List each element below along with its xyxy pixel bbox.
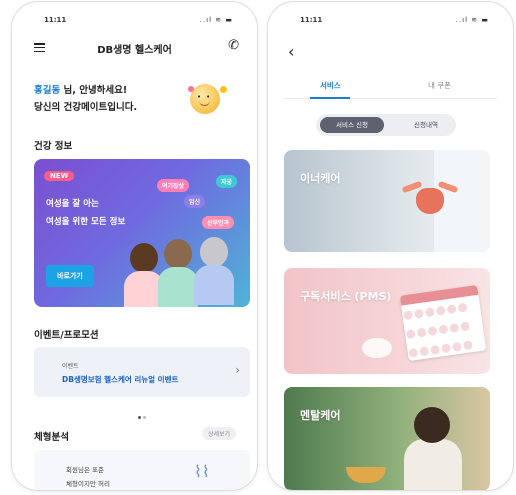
segment-history[interactable]: 신청내역 <box>400 117 452 133</box>
body-analysis-card[interactable]: 회원님은 표준 체형이지만 허리 ⌇⌇ <box>34 450 250 490</box>
service-card-mental-care[interactable]: 멘탈케어 <box>284 387 490 490</box>
illustration-woman <box>158 239 198 307</box>
event-title: DB생명보험 헬스케어 리뉴얼 이벤트 <box>62 375 179 384</box>
segment-apply[interactable]: 서비스 신청 <box>320 117 384 133</box>
food-bowl-image <box>346 467 386 483</box>
decor-dot <box>188 86 194 92</box>
go-button[interactable]: 바로가기 <box>46 265 94 287</box>
carousel-pager <box>137 404 147 423</box>
event-card[interactable]: 이벤트 DB생명보험 헬스케어 리뉴얼 이벤트 › <box>34 347 250 397</box>
body-analysis-title: 체형분석 <box>34 432 69 443</box>
service-card-inner-care[interactable]: 이너케어 <box>284 150 490 252</box>
detail-button[interactable]: 상세보기 <box>202 427 237 440</box>
person-image <box>404 439 462 490</box>
event-label: 이벤트 <box>62 363 79 370</box>
service-card-label: 구독서비스 (PMS) <box>300 290 392 303</box>
mascot-icon: •• <box>190 84 220 114</box>
uterus-illustration <box>401 178 459 222</box>
body-text-1: 회원님은 표준 <box>66 466 104 474</box>
user-name: 홍길동 <box>34 85 61 96</box>
phone-call-icon[interactable]: ✆ <box>228 38 239 53</box>
health-banner[interactable]: NEW 여성을 잘 아는 여성을 위한 모든 정보 여기장상 자궁 임신 산부인… <box>34 159 250 307</box>
status-bar: 11:11 ..ıl ≋ ▬ <box>268 16 513 28</box>
topic-chip: 산부인과 <box>202 216 235 229</box>
banner-line-1: 여성을 잘 아는 <box>46 199 99 209</box>
status-icons: ..ıl ≋ ▬ <box>455 16 489 24</box>
back-arrow-icon[interactable]: ‹ <box>288 42 294 61</box>
left-phone-screen: 11:11 ..ıl ≋ ▬ DB생명 헬스케어 ✆ 홍길동 님, 안녕하세요!… <box>12 2 257 490</box>
calendar-image <box>399 284 487 362</box>
greeting-subtitle: 당신의 건강메이트입니다. <box>34 102 138 113</box>
status-bar: 11:11 ..ıl ≋ ▬ <box>12 16 257 28</box>
event-section-title: 이벤트/프로모션 <box>34 330 99 341</box>
person-head <box>414 407 450 443</box>
service-card-label: 이너케어 <box>300 172 341 185</box>
tab-service[interactable]: 서비스 <box>320 80 341 91</box>
app-header: DB생명 헬스케어 ✆ <box>12 36 257 60</box>
topic-chip: 임신 <box>184 195 206 208</box>
tab-my-coupons[interactable]: 내 쿠폰 <box>428 80 451 91</box>
body-text-2: 체형이지만 허리 <box>66 480 110 488</box>
decor-dot <box>220 86 227 93</box>
segment-control: 서비스 신청 신청내역 <box>316 114 456 136</box>
service-card-pms[interactable]: 구독서비스 (PMS) <box>284 268 490 374</box>
greeting-rest: 님, 안녕하세요! <box>60 85 128 96</box>
pills-image <box>362 338 392 358</box>
body-figure-icon: ⌇⌇ <box>194 462 210 481</box>
new-badge: NEW <box>44 171 75 181</box>
topic-chip: 여기장상 <box>157 179 190 192</box>
active-tab-indicator <box>310 97 350 99</box>
chevron-right-icon: › <box>235 363 240 377</box>
status-time: 11:11 <box>300 16 323 24</box>
greeting: 홍길동 님, 안녕하세요! 당신의 건강메이트입니다. <box>34 82 137 116</box>
app-title: DB생명 헬스케어 <box>97 45 172 56</box>
health-info-title: 건강 정보 <box>34 141 73 152</box>
illustration-woman <box>194 237 234 305</box>
topic-chip: 자궁 <box>216 175 238 188</box>
status-icons: ..ıl ≋ ▬ <box>199 16 233 24</box>
banner-line-2: 여성을 위한 모든 정보 <box>46 217 126 227</box>
right-phone-screen: 11:11 ..ıl ≋ ▬ ‹ 서비스 내 쿠폰 서비스 신청 신청내역 이너… <box>268 2 513 490</box>
status-time: 11:11 <box>44 16 67 24</box>
service-card-label: 멘탈케어 <box>300 409 341 422</box>
